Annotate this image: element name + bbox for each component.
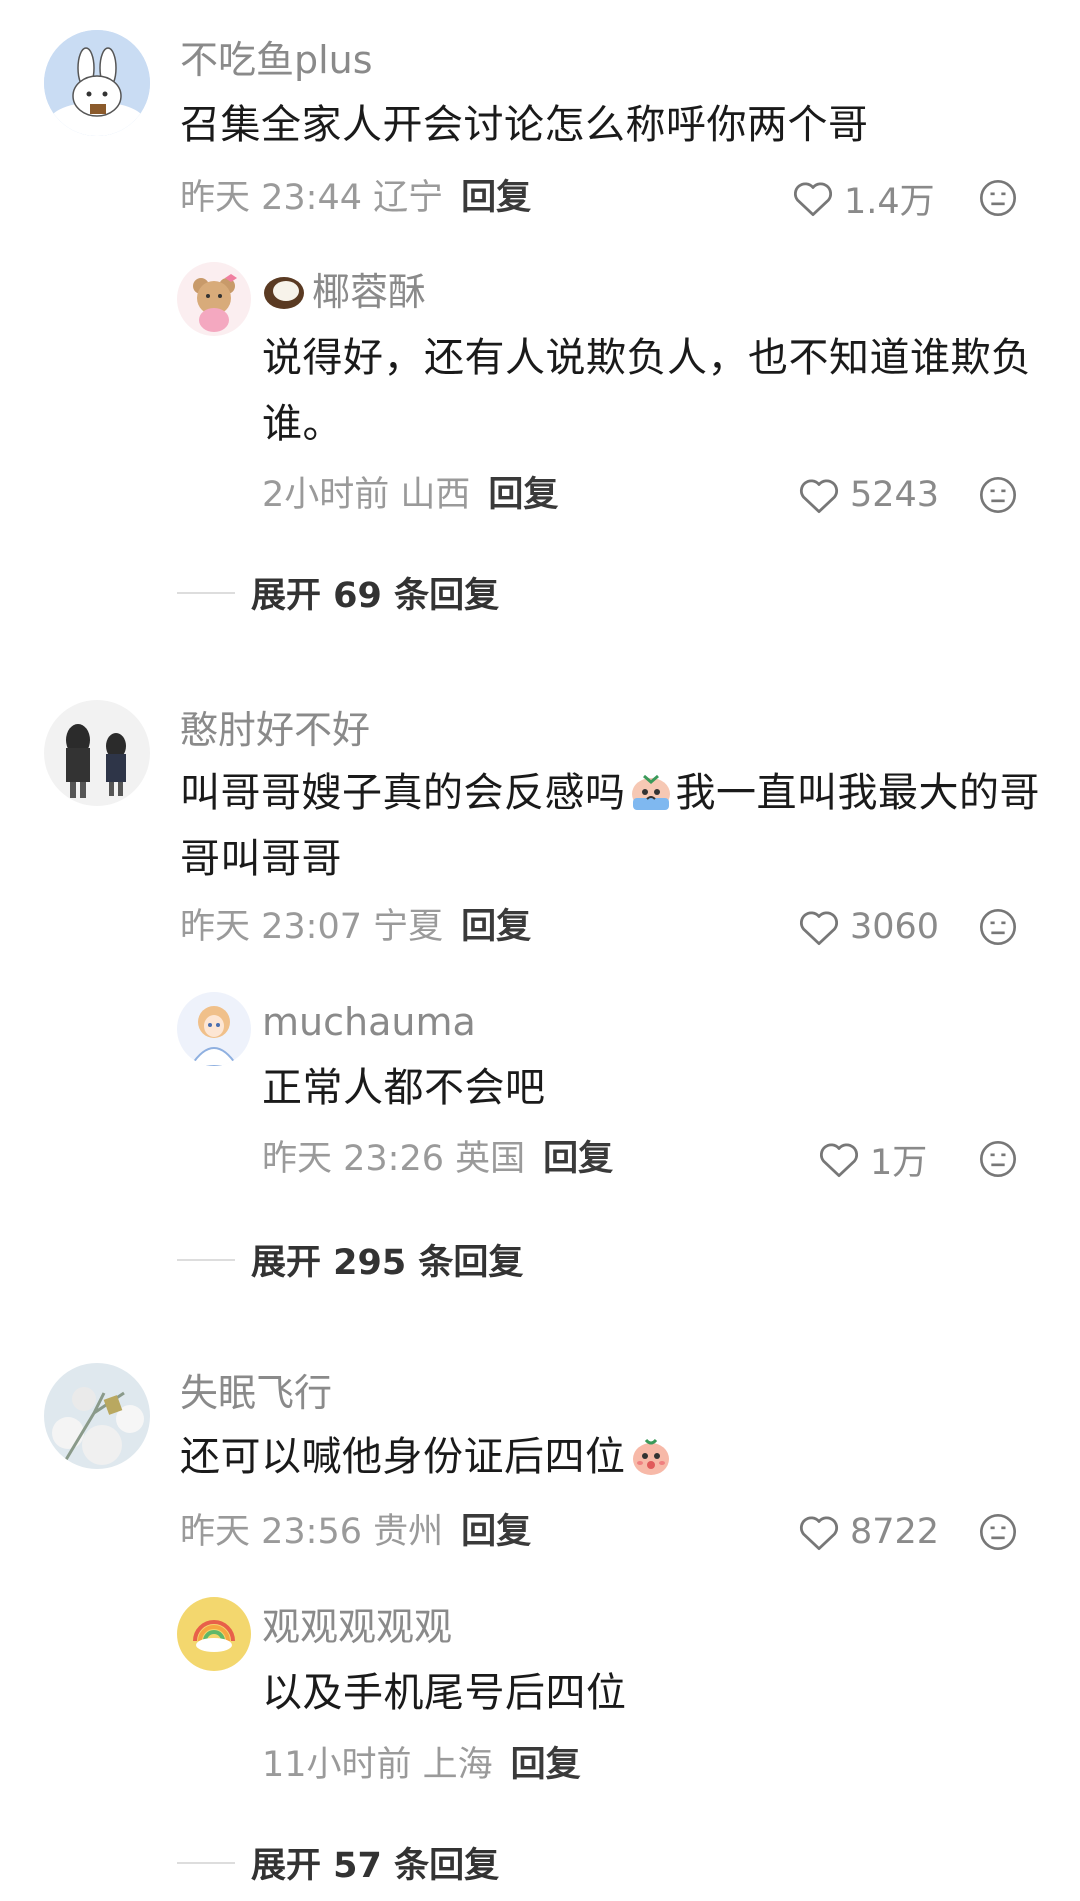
- like-count: 1万: [870, 1142, 928, 1183]
- heart-icon: [800, 1516, 838, 1551]
- comment-meta: 昨天 23:44 辽宁 回复: [180, 177, 531, 219]
- reply-button[interactable]: 回复: [461, 1512, 531, 1552]
- like-button[interactable]: 8722: [798, 1511, 939, 1553]
- expand-label: 展开 295 条回复: [251, 1243, 524, 1283]
- reply-meta: 11小时前 上海 回复: [262, 1744, 581, 1786]
- heart-icon: [794, 182, 832, 217]
- like-button[interactable]: 1.4万: [792, 177, 935, 222]
- reply-meta: 2小时前 山西 回复: [262, 474, 558, 516]
- reply-meta: 昨天 23:26 英国 回复: [262, 1138, 613, 1180]
- comment-time: 昨天 23:44 辽宁: [180, 178, 444, 218]
- expand-label: 展开 57 条回复: [251, 1846, 500, 1886]
- avatar[interactable]: [177, 992, 251, 1066]
- heart-icon: [800, 479, 838, 514]
- expand-replies-button[interactable]: 展开 295 条回复: [177, 1234, 523, 1285]
- avatar[interactable]: [177, 1597, 251, 1671]
- reply-text: 说得好，还有人说欺负人，也不知道谁欺负谁。: [262, 335, 1032, 447]
- reply-author[interactable]: muchauma: [262, 1000, 476, 1044]
- comment-meta: 昨天 23:56 贵州 回复: [180, 1511, 531, 1553]
- comment-author[interactable]: 失眠飞行: [180, 1371, 332, 1415]
- divider: [177, 591, 235, 594]
- like-count: 5243: [850, 475, 940, 515]
- dislike-face-icon[interactable]: [978, 178, 1018, 218]
- reply-time: 2小时前 山西: [262, 475, 471, 515]
- comment-text: 召集全家人开会讨论怎么称呼你两个哥: [180, 102, 869, 148]
- comment-text: 叫哥哥嫂子真的会反感吗 我一直叫我最大的哥哥叫哥哥: [180, 770, 1040, 882]
- heart-icon: [820, 1143, 858, 1178]
- like-button[interactable]: 5243: [798, 474, 939, 516]
- like-count: 8722: [850, 1512, 940, 1552]
- comment-time: 昨天 23:07 宁夏: [180, 907, 444, 947]
- dislike-face-icon[interactable]: [978, 475, 1018, 515]
- reply-button[interactable]: 回复: [461, 178, 531, 218]
- reply-button[interactable]: 回复: [511, 1745, 581, 1785]
- reply-time: 11小时前 上海: [262, 1745, 493, 1785]
- avatar[interactable]: [44, 30, 150, 136]
- like-count: 1.4万: [844, 181, 935, 222]
- reply-author[interactable]: 观观观观观: [262, 1605, 452, 1649]
- comment-author[interactable]: 憨肘好不好: [180, 708, 370, 752]
- divider: [177, 1861, 235, 1864]
- crying-emoji-icon: [631, 774, 670, 810]
- like-count: 3060: [850, 907, 940, 947]
- avatar[interactable]: [44, 1363, 150, 1469]
- expand-replies-button[interactable]: 展开 57 条回复: [177, 1837, 499, 1888]
- reply-text: 以及手机尾号后四位: [262, 1670, 627, 1716]
- reply-text: 正常人都不会吧: [262, 1065, 546, 1111]
- dislike-face-icon[interactable]: [978, 1139, 1018, 1179]
- comment-meta: 昨天 23:07 宁夏 回复: [180, 906, 531, 948]
- avatar[interactable]: [177, 262, 251, 336]
- dislike-face-icon[interactable]: [978, 907, 1018, 947]
- peach-emoji-icon: [632, 1438, 669, 1475]
- reply-author[interactable]: 椰蓉酥: [262, 270, 426, 314]
- expand-label: 展开 69 条回复: [251, 576, 500, 616]
- like-button[interactable]: 1万: [818, 1138, 927, 1183]
- like-button[interactable]: 3060: [798, 906, 939, 948]
- reply-button[interactable]: 回复: [461, 907, 531, 947]
- reply-time: 昨天 23:26 英国: [262, 1139, 526, 1179]
- dislike-face-icon[interactable]: [978, 1512, 1018, 1552]
- reply-button[interactable]: 回复: [543, 1139, 613, 1179]
- comment-time: 昨天 23:56 贵州: [180, 1512, 444, 1552]
- coconut-icon: [264, 277, 304, 309]
- expand-replies-button[interactable]: 展开 69 条回复: [177, 567, 499, 618]
- heart-icon: [800, 911, 838, 946]
- comment-author[interactable]: 不吃鱼plus: [180, 38, 373, 82]
- comment-text: 还可以喊他身份证后四位: [180, 1424, 1030, 1490]
- reply-button[interactable]: 回复: [488, 475, 558, 515]
- divider: [177, 1258, 235, 1261]
- avatar[interactable]: [44, 700, 150, 806]
